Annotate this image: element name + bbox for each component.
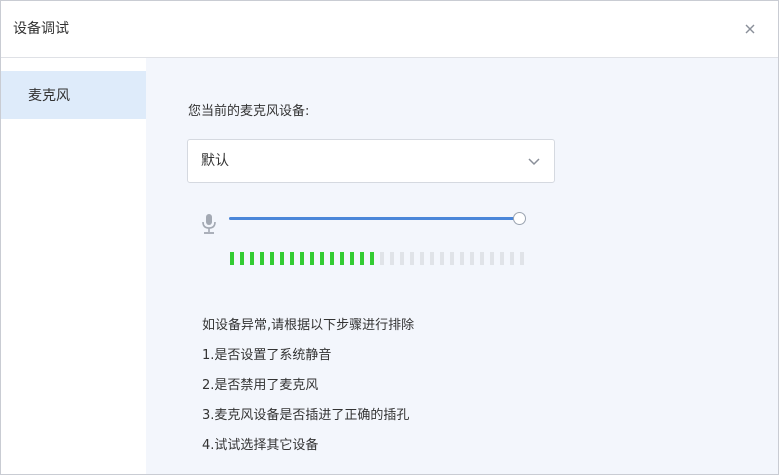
level-segment-inactive bbox=[470, 252, 474, 265]
level-segment-active bbox=[300, 252, 304, 265]
dialog-title: 设备调试 bbox=[13, 21, 69, 37]
level-segment-inactive bbox=[400, 252, 404, 265]
sidebar: 麦克风 bbox=[1, 58, 146, 474]
level-segment-inactive bbox=[420, 252, 424, 265]
level-segment-active bbox=[310, 252, 314, 265]
slider-fill bbox=[229, 217, 519, 220]
level-segment-inactive bbox=[390, 252, 394, 265]
current-device-label: 您当前的麦克风设备: bbox=[188, 104, 310, 119]
sidebar-item-label: 麦克风 bbox=[28, 88, 70, 104]
level-segment-active bbox=[320, 252, 324, 265]
slider-thumb[interactable] bbox=[513, 212, 526, 225]
level-segment-inactive bbox=[480, 252, 484, 265]
level-segment-active bbox=[340, 252, 344, 265]
level-segment-active bbox=[250, 252, 254, 265]
level-segment-active bbox=[330, 252, 334, 265]
instruction-line: 如设备异常,请根据以下步骤进行排除 bbox=[202, 318, 415, 333]
level-segment-active bbox=[270, 252, 274, 265]
close-icon[interactable] bbox=[740, 19, 760, 39]
dialog-title-bar: 设备调试 bbox=[1, 1, 778, 58]
level-segment-active bbox=[260, 252, 264, 265]
level-segment-active bbox=[230, 252, 234, 265]
chevron-down-icon bbox=[526, 153, 542, 169]
input-level-meter bbox=[230, 252, 530, 265]
level-segment-active bbox=[280, 252, 284, 265]
device-test-dialog: 设备调试 麦克风 您当前的麦克风设备: 默认 如设备异常,请根据以下步骤进行排除… bbox=[0, 0, 779, 475]
level-segment-inactive bbox=[430, 252, 434, 265]
level-segment-inactive bbox=[510, 252, 514, 265]
level-segment-inactive bbox=[410, 252, 414, 265]
instruction-line: 3.麦克风设备是否插进了正确的插孔 bbox=[202, 408, 410, 423]
level-segment-inactive bbox=[460, 252, 464, 265]
sidebar-item-microphone[interactable]: 麦克风 bbox=[1, 71, 146, 119]
level-segment-inactive bbox=[490, 252, 494, 265]
level-segment-inactive bbox=[450, 252, 454, 265]
instruction-line: 2.是否禁用了麦克风 bbox=[202, 378, 319, 393]
main-panel: 您当前的麦克风设备: 默认 如设备异常,请根据以下步骤进行排除 1.是否设置了系… bbox=[146, 58, 778, 474]
level-segment-inactive bbox=[440, 252, 444, 265]
microphone-icon bbox=[200, 213, 218, 235]
troubleshooting-instructions: 如设备异常,请根据以下步骤进行排除 1.是否设置了系统静音 2.是否禁用了麦克风… bbox=[202, 317, 602, 467]
instruction-line: 1.是否设置了系统静音 bbox=[202, 348, 332, 363]
level-segment-active bbox=[370, 252, 374, 265]
level-segment-active bbox=[240, 252, 244, 265]
level-segment-active bbox=[350, 252, 354, 265]
device-select-value: 默认 bbox=[201, 153, 229, 169]
level-segment-active bbox=[360, 252, 364, 265]
level-segment-active bbox=[290, 252, 294, 265]
instruction-line: 4.试试选择其它设备 bbox=[202, 438, 319, 453]
level-segment-inactive bbox=[520, 252, 524, 265]
device-select[interactable]: 默认 bbox=[187, 139, 555, 183]
volume-slider[interactable] bbox=[229, 211, 529, 227]
level-segment-inactive bbox=[380, 252, 384, 265]
level-segment-inactive bbox=[500, 252, 504, 265]
